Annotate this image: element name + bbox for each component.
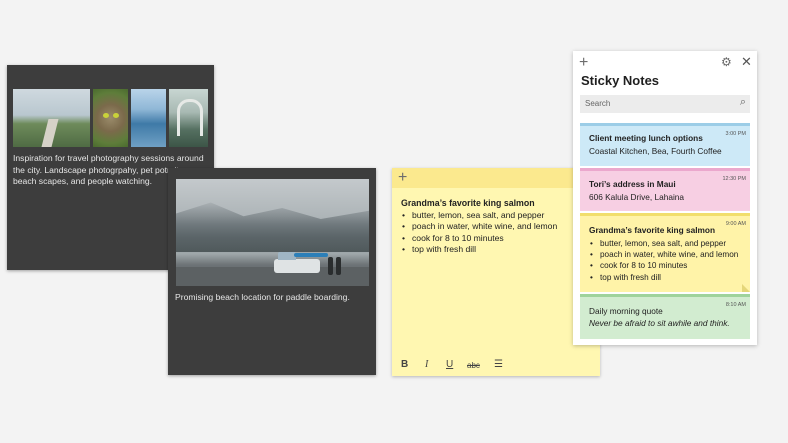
beach-photo[interactable] xyxy=(176,179,369,286)
note-card-text: 606 Kalula Drive, Lahaina xyxy=(589,192,685,202)
list-item: cook for 8 to 10 minutes xyxy=(401,233,596,245)
list-item: cook for 8 to 10 minutes xyxy=(589,260,747,271)
photo-thumbnails xyxy=(13,89,208,147)
note-card-quote[interactable]: 8:10 AM Daily morning quote Never be afr… xyxy=(580,294,750,339)
page-fold xyxy=(742,284,750,292)
beach-note[interactable]: Promising beach location for paddle boar… xyxy=(168,168,376,375)
format-toolbar: B I U abc ☰ xyxy=(392,354,600,376)
list-item: butter, lemon, sea salt, and pepper xyxy=(589,238,747,249)
list-item: top with fresh dill xyxy=(401,244,596,256)
beach-photo-thumb[interactable] xyxy=(131,89,166,147)
bold-button[interactable]: B xyxy=(401,359,408,370)
note-card-text: Coastal Kitchen, Bea, Fourth Coffee xyxy=(589,146,722,156)
note-title-bar[interactable]: + ··· xyxy=(392,168,600,188)
salmon-note[interactable]: + ··· Grandma’s favorite king salmon but… xyxy=(392,168,600,376)
note-time: 12:30 PM xyxy=(722,176,746,182)
list-item: poach in water, white wine, and lemon xyxy=(401,221,596,233)
note-card-text: Never be afraid to sit awhile and think. xyxy=(589,318,730,328)
sticky-notes-panel: + ⚙ ✕ Sticky Notes Search ⌕ 3:00 PM Clie… xyxy=(573,51,757,345)
note-time: 3:00 PM xyxy=(725,131,746,137)
beach-note-caption: Promising beach location for paddle boar… xyxy=(175,292,350,302)
list-item: top with fresh dill xyxy=(589,272,747,283)
italic-button[interactable]: I xyxy=(425,359,428,370)
bullet-list-icon[interactable]: ☰ xyxy=(494,359,503,370)
add-note-icon[interactable]: + xyxy=(398,170,407,186)
cat-photo[interactable] xyxy=(93,89,128,147)
search-icon[interactable]: ⌕ xyxy=(740,96,746,109)
note-card-title: Daily morning quote xyxy=(589,306,663,316)
list-item: butter, lemon, sea salt, and pepper xyxy=(401,210,596,222)
note-list: butter, lemon, sea salt, and pepper poac… xyxy=(401,210,596,256)
note-card-address[interactable]: 12:30 PM Tori’s address in Maui 606 Kalu… xyxy=(580,168,750,211)
new-note-icon[interactable]: + xyxy=(579,55,588,71)
note-card-title: Client meeting lunch options xyxy=(589,133,703,143)
note-card-salmon[interactable]: 9:00 AM Grandma’s favorite king salmon b… xyxy=(580,213,750,292)
note-card-title: Tori’s address in Maui xyxy=(589,179,676,189)
panel-title: Sticky Notes xyxy=(581,73,660,88)
gear-icon[interactable]: ⚙ xyxy=(721,55,732,69)
search-placeholder: Search xyxy=(585,99,611,108)
list-item: poach in water, white wine, and lemon xyxy=(589,249,747,260)
note-title: Grandma’s favorite king salmon xyxy=(401,198,535,208)
note-time: 9:00 AM xyxy=(725,221,746,227)
note-card-list: butter, lemon, sea salt, and pepper poac… xyxy=(589,238,747,283)
city-photo[interactable] xyxy=(169,89,208,147)
landscape-photo[interactable] xyxy=(13,89,90,147)
close-icon[interactable]: ✕ xyxy=(741,54,752,70)
underline-button[interactable]: U xyxy=(446,359,453,370)
strikethrough-button[interactable]: abc xyxy=(467,361,480,370)
note-card-title: Grandma’s favorite king salmon xyxy=(589,225,716,235)
search-input[interactable]: Search ⌕ xyxy=(580,95,750,113)
note-time: 8:10 AM xyxy=(725,302,746,308)
note-card-lunch[interactable]: 3:00 PM Client meeting lunch options Coa… xyxy=(580,123,750,166)
